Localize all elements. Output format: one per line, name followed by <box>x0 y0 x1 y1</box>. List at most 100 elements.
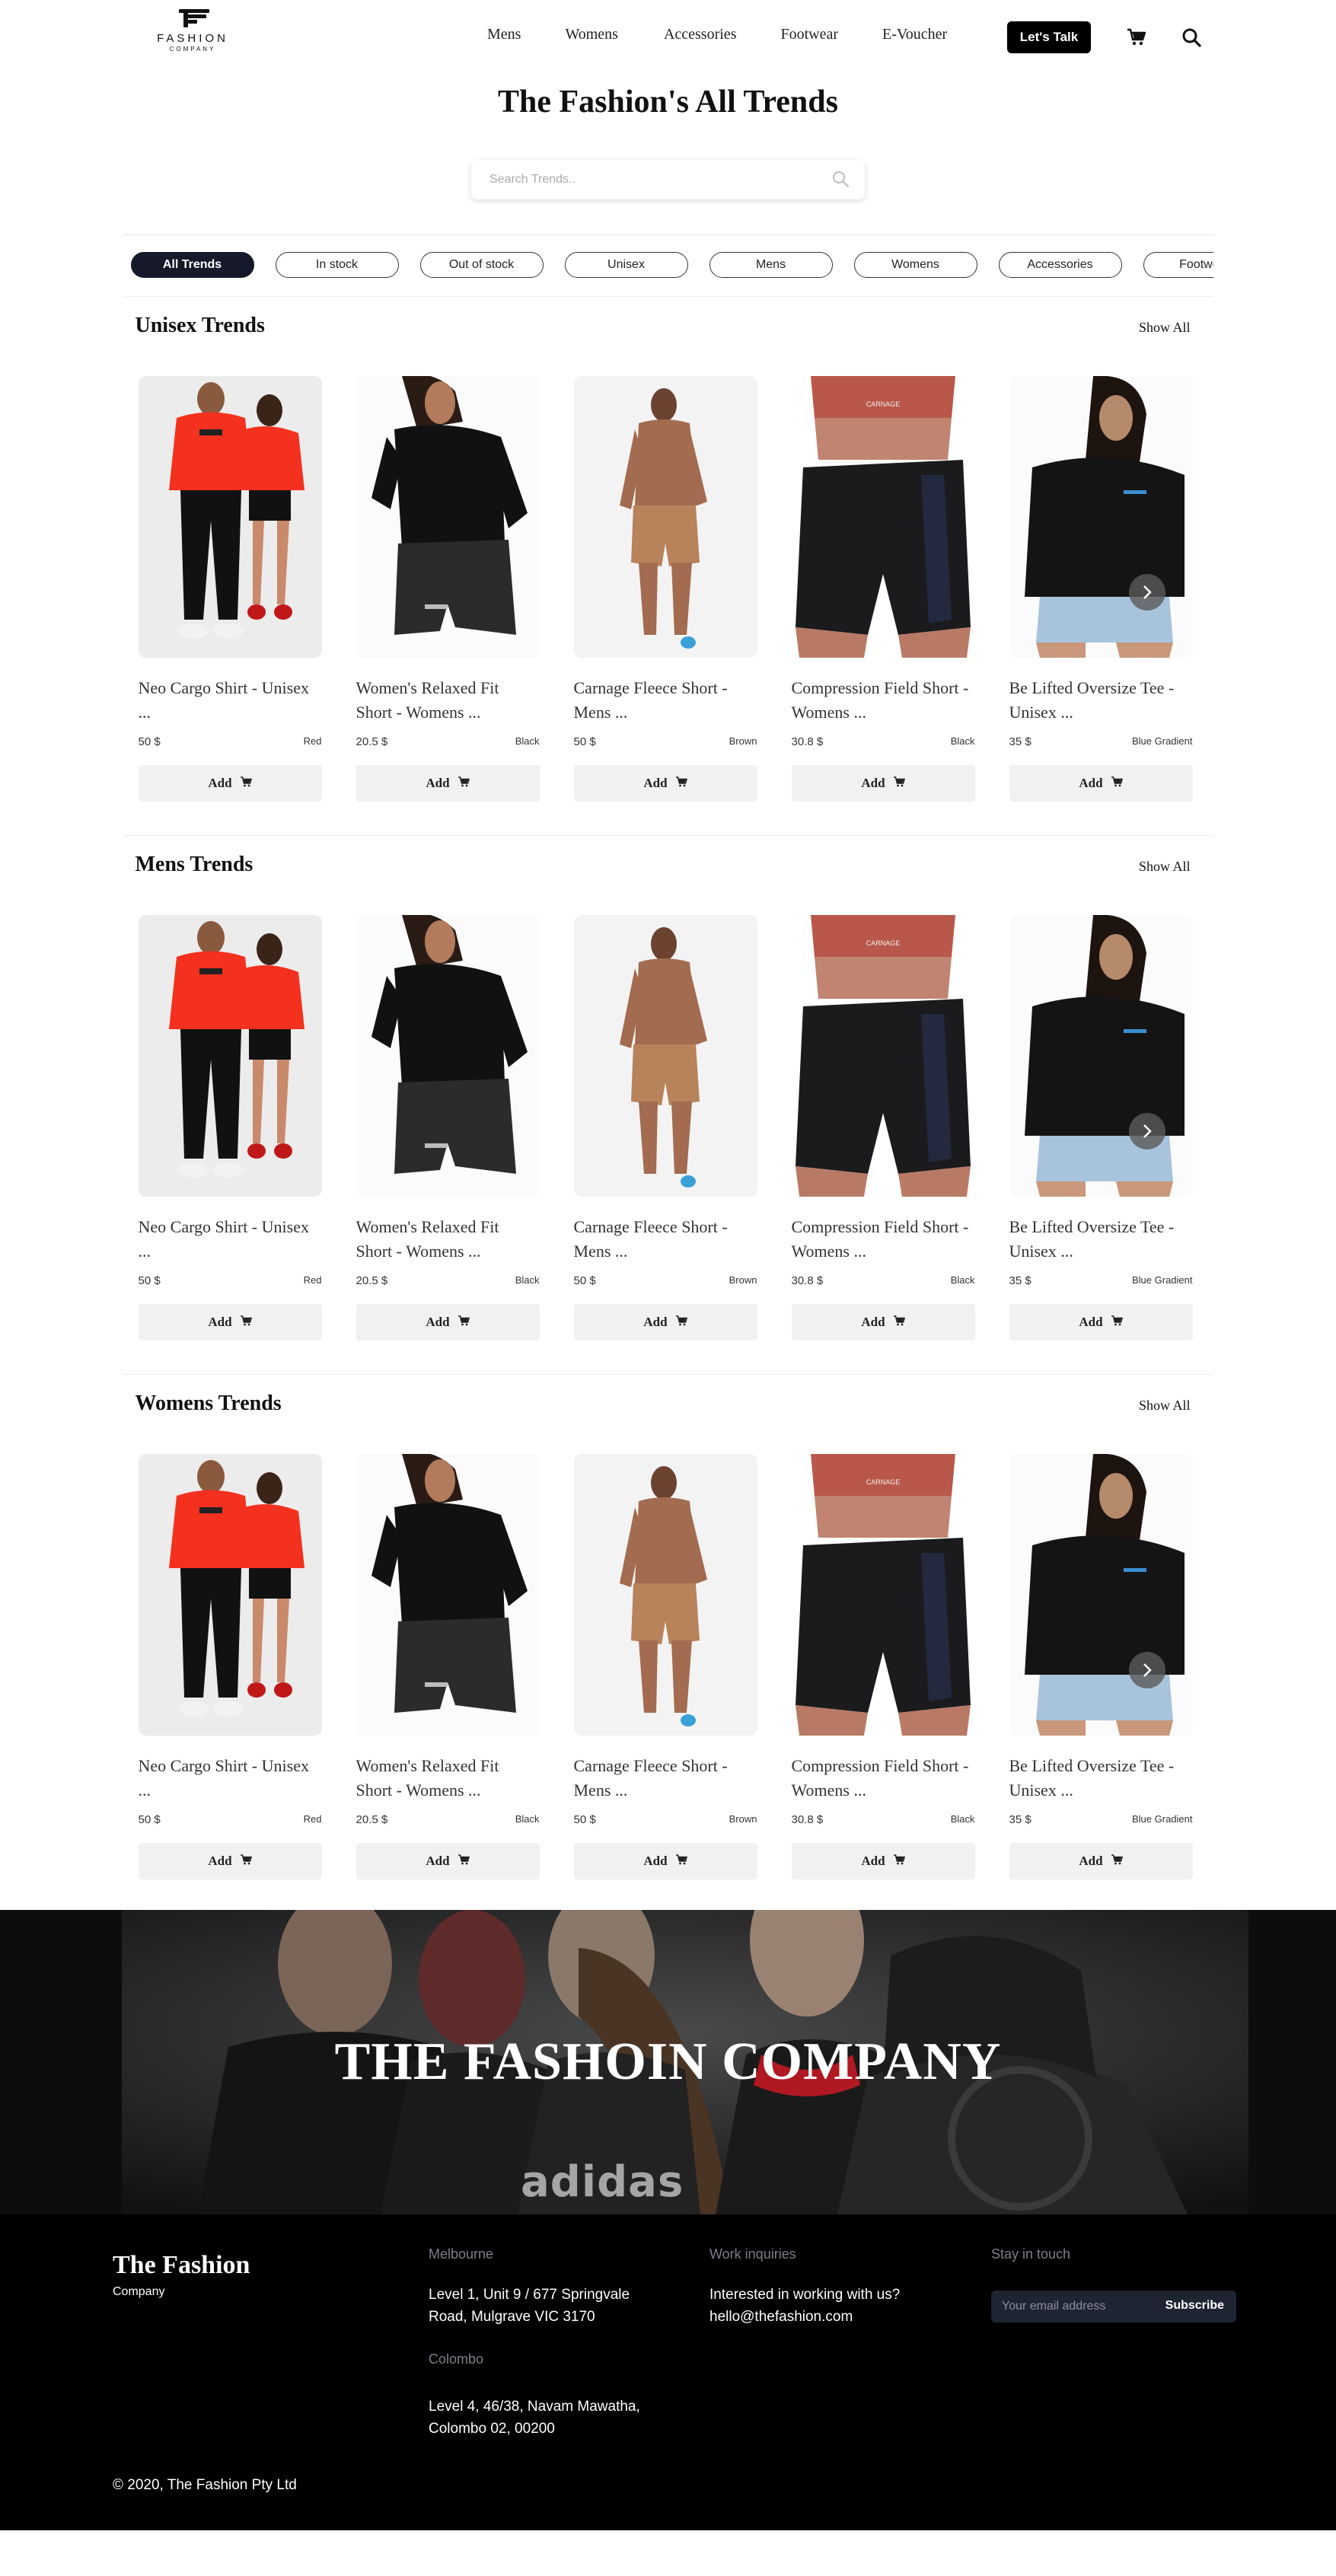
filter-chip-all-trends[interactable]: All Trends <box>130 252 254 278</box>
add-to-cart-button[interactable]: Add <box>138 1843 322 1879</box>
product-name[interactable]: Compression Field Short - Womens ... <box>792 1215 975 1264</box>
add-to-cart-button[interactable]: Add <box>1009 1843 1193 1879</box>
add-to-cart-button[interactable]: Add <box>356 765 540 802</box>
product-image[interactable] <box>573 376 757 658</box>
product-card[interactable]: Women's Relaxed Fit Short - Womens ... 2… <box>356 915 540 1341</box>
carousel-next-button[interactable] <box>1128 574 1165 611</box>
product-name[interactable]: Carnage Fleece Short - Mens ... <box>574 1215 757 1264</box>
product-card[interactable]: Carnage Fleece Short - Mens ... 50 $ Bro… <box>573 376 757 802</box>
product-card[interactable]: CARNAGE Compression Field Short - Womens… <box>791 915 975 1341</box>
product-name[interactable]: Be Lifted Oversize Tee - Unisex ... <box>1009 1215 1193 1264</box>
add-to-cart-button[interactable]: Add <box>573 1304 757 1341</box>
product-name[interactable]: Neo Cargo Shirt - Unisex ... <box>139 1754 322 1803</box>
product-price: 50 $ <box>138 1274 161 1287</box>
product-image[interactable] <box>356 376 540 658</box>
add-to-cart-button[interactable]: Add <box>356 1304 540 1341</box>
add-to-cart-button[interactable]: Add <box>1009 765 1193 802</box>
subscribe-button[interactable]: Subscribe <box>1165 2299 1224 2313</box>
filter-chip-accessories[interactable]: Accessories <box>998 252 1122 278</box>
product-name[interactable]: Carnage Fleece Short - Mens ... <box>574 1754 757 1803</box>
product-card[interactable]: Carnage Fleece Short - Mens ... 50 $ Bro… <box>573 915 757 1341</box>
add-to-cart-button[interactable]: Add <box>791 1843 975 1879</box>
product-image[interactable]: CARNAGE <box>791 1454 975 1736</box>
brand-logo[interactable]: FASHION COMPANY <box>142 8 244 61</box>
product-image[interactable]: CARNAGE <box>791 915 975 1197</box>
product-card[interactable]: Women's Relaxed Fit Short - Womens ... 2… <box>356 1454 540 1879</box>
product-name[interactable]: Neo Cargo Shirt - Unisex ... <box>139 1215 322 1264</box>
product-image[interactable] <box>573 915 757 1197</box>
footer-work-email[interactable]: hello@thefashion.com <box>709 2306 853 2328</box>
filter-chip-womens[interactable]: Womens <box>853 252 977 278</box>
filter-chip-mens[interactable]: Mens <box>709 252 833 278</box>
nav-link-accessories[interactable]: Accessories <box>664 26 737 43</box>
product-card[interactable]: CARNAGE Compression Field Short - Womens… <box>791 376 975 802</box>
add-to-cart-button[interactable]: Add <box>138 765 322 802</box>
product-card[interactable]: Be Lifted Oversize Tee - Unisex ... 35 $… <box>1009 376 1193 802</box>
product-card[interactable]: Neo Cargo Shirt - Unisex ... 50 $ Red Ad… <box>138 915 322 1341</box>
search-field-icon[interactable] <box>831 170 850 192</box>
product-name[interactable]: Be Lifted Oversize Tee - Unisex ... <box>1009 676 1193 725</box>
product-image[interactable] <box>356 915 540 1197</box>
product-card[interactable]: Women's Relaxed Fit Short - Womens ... 2… <box>356 376 540 802</box>
product-name[interactable]: Women's Relaxed Fit Short - Womens ... <box>356 1754 540 1803</box>
product-image[interactable] <box>138 915 322 1197</box>
footer-colombo-label: Colombo <box>429 2351 484 2367</box>
product-name[interactable]: Carnage Fleece Short - Mens ... <box>574 676 757 725</box>
product-image[interactable] <box>1009 1454 1193 1736</box>
section-title: Mens Trends <box>135 853 253 876</box>
product-image[interactable] <box>1009 915 1193 1197</box>
filter-chip-footwear[interactable]: Footwear <box>1143 252 1213 278</box>
section-title: Womens Trends <box>135 1392 282 1415</box>
cart-icon <box>1111 1315 1123 1330</box>
add-to-cart-button[interactable]: Add <box>138 1304 322 1341</box>
cart-icon <box>1111 776 1123 791</box>
show-all-link[interactable]: Show All <box>1139 859 1191 875</box>
product-card[interactable]: CARNAGE Compression Field Short - Womens… <box>791 1454 975 1879</box>
product-name[interactable]: Neo Cargo Shirt - Unisex ... <box>139 676 322 725</box>
search-icon[interactable] <box>1180 26 1203 49</box>
footer-work-text: Interested in working with us? <box>709 2287 901 2303</box>
add-label: Add <box>426 1854 450 1868</box>
product-image[interactable] <box>356 1454 540 1736</box>
product-image[interactable] <box>138 1454 322 1736</box>
product-card[interactable]: Neo Cargo Shirt - Unisex ... 50 $ Red Ad… <box>138 376 322 802</box>
show-all-link[interactable]: Show All <box>1139 1398 1191 1414</box>
product-meta: 50 $ Red <box>139 1274 322 1287</box>
filter-chip-in-stock[interactable]: In stock <box>275 252 399 278</box>
nav-link-womens[interactable]: Womens <box>565 26 618 43</box>
product-color: Brown <box>729 1274 757 1286</box>
add-to-cart-button[interactable]: Add <box>1009 1304 1193 1341</box>
product-card[interactable]: Neo Cargo Shirt - Unisex ... 50 $ Red Ad… <box>138 1454 322 1879</box>
product-image[interactable] <box>1009 376 1193 658</box>
filter-chip-out-of-stock[interactable]: Out of stock <box>419 252 544 278</box>
nav-link-mens[interactable]: Mens <box>487 26 521 43</box>
add-to-cart-button[interactable]: Add <box>573 1843 757 1879</box>
show-all-link[interactable]: Show All <box>1139 320 1191 336</box>
product-price: 50 $ <box>573 735 596 748</box>
add-to-cart-button[interactable]: Add <box>356 1843 540 1879</box>
product-name[interactable]: Compression Field Short - Womens ... <box>792 676 975 725</box>
nav-link-footwear[interactable]: Footwear <box>780 26 838 43</box>
product-image[interactable] <box>138 376 322 658</box>
product-card[interactable]: Be Lifted Oversize Tee - Unisex ... 35 $… <box>1009 1454 1193 1879</box>
product-name[interactable]: Women's Relaxed Fit Short - Womens ... <box>356 1215 540 1264</box>
carousel-next-button[interactable] <box>1128 1113 1165 1149</box>
product-name[interactable]: Women's Relaxed Fit Short - Womens ... <box>356 676 540 725</box>
product-card[interactable]: Carnage Fleece Short - Mens ... 50 $ Bro… <box>573 1454 757 1879</box>
newsletter-email-input[interactable] <box>991 2291 1151 2323</box>
add-to-cart-button[interactable]: Add <box>791 1304 975 1341</box>
carousel-next-button[interactable] <box>1128 1652 1165 1688</box>
cart-icon[interactable] <box>1125 26 1148 49</box>
product-image[interactable] <box>573 1454 757 1736</box>
filter-chip-unisex[interactable]: Unisex <box>564 252 688 278</box>
search-input[interactable] <box>471 160 865 199</box>
product-name[interactable]: Compression Field Short - Womens ... <box>792 1754 975 1803</box>
product-image[interactable]: CARNAGE <box>791 376 975 658</box>
add-to-cart-button[interactable]: Add <box>791 765 975 802</box>
cart-icon <box>893 1854 905 1869</box>
product-card[interactable]: Be Lifted Oversize Tee - Unisex ... 35 $… <box>1009 915 1193 1341</box>
add-to-cart-button[interactable]: Add <box>573 765 757 802</box>
product-name[interactable]: Be Lifted Oversize Tee - Unisex ... <box>1009 1754 1193 1803</box>
nav-link-e-voucher[interactable]: E-Voucher <box>882 26 947 43</box>
lets-talk-button[interactable]: Let's Talk <box>1007 21 1091 53</box>
